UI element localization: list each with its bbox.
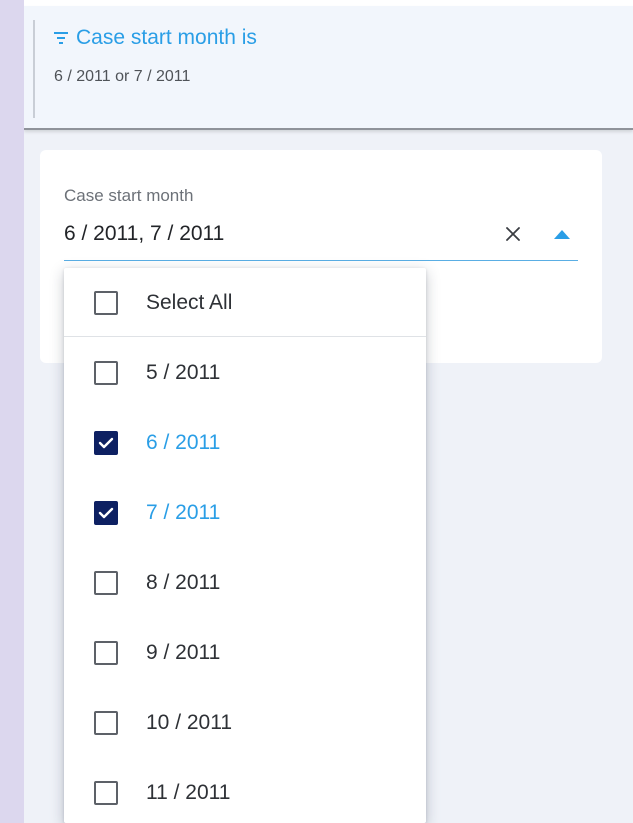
month-option-label: 8 / 2011 [146,571,221,594]
month-option[interactable]: 6 / 2011 [64,416,426,470]
summary-accent-bar [33,20,35,118]
month-option-label: 10 / 2011 [146,711,233,734]
month-option-label: 9 / 2011 [146,641,221,664]
caret-up-icon[interactable] [552,228,572,240]
checkbox-unchecked[interactable] [94,641,118,665]
month-option-label: 7 / 2011 [146,501,221,524]
close-icon[interactable] [504,225,522,243]
dropdown-separator [64,336,426,337]
month-option[interactable]: 5 / 2011 [64,346,426,400]
checkbox-unchecked[interactable] [94,571,118,595]
summary-title: Case start month is [76,26,257,49]
checkbox-checked[interactable] [94,431,118,455]
summary-title-row: Case start month is [54,26,257,50]
filter-icon [54,32,68,44]
month-option[interactable]: 11 / 2011 [64,766,426,820]
checkbox-unchecked[interactable] [94,711,118,735]
checkbox-checked[interactable] [94,501,118,525]
checkbox-unchecked[interactable] [94,781,118,805]
checkmark-icon [98,437,114,449]
month-option[interactable]: 8 / 2011 [64,556,426,610]
select-all-label: Select All [146,291,233,314]
month-option[interactable]: 7 / 2011 [64,486,426,540]
outer-left-strip [0,0,24,823]
field-label: Case start month [64,186,194,205]
month-dropdown-list: Select All 5 / 2011 6 / 2011 7 / 2011 8 / 2… [64,268,426,823]
month-option-label: 5 / 2011 [146,361,221,384]
filter-panel: Case start month is 6 / 2011 or 7 / 2011… [24,0,633,823]
select-all-option[interactable]: Select All [64,276,426,330]
month-option[interactable]: 9 / 2011 [64,626,426,680]
summary-value: 6 / 2011 or 7 / 2011 [54,68,191,85]
select-all-checkbox[interactable] [94,291,118,315]
checkbox-unchecked[interactable] [94,361,118,385]
month-option-label: 11 / 2011 [146,781,231,804]
month-option-label: 6 / 2011 [146,431,221,454]
field-selected-value[interactable]: 6 / 2011, 7 / 2011 [64,222,224,246]
checkmark-icon [98,507,114,519]
month-option[interactable]: 10 / 2011 [64,696,426,750]
active-filter-summary[interactable]: Case start month is 6 / 2011 or 7 / 2011 [24,6,633,130]
field-underline [64,260,578,261]
